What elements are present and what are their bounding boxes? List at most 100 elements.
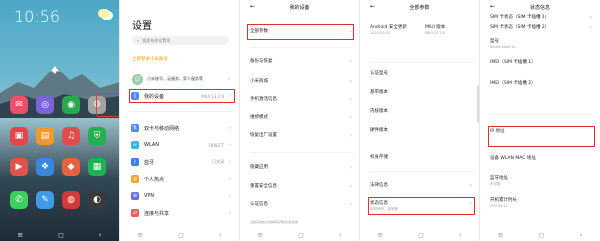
nav-bar: ≡ ◻ ‹ [240, 230, 359, 239]
app-icon[interactable]: ▦ [88, 158, 106, 176]
chevron-right-icon: › [349, 78, 352, 85]
back-icon[interactable]: ‹ [580, 231, 583, 239]
settings-item-label: 蓝牙 [144, 159, 155, 166]
divider [490, 114, 594, 115]
item-label: 机身存储 [370, 155, 388, 160]
settings-screen: 设置 ⌕ 搜索系统设置项 立即登录小米账号 ☺ 小米账号、云服务、家人服务等 ›… [120, 0, 240, 241]
scrollbar[interactable] [477, 85, 479, 123]
app-icon[interactable]: ▤ [36, 127, 54, 145]
divider [370, 62, 474, 63]
privacy-note[interactable]: 设备基础信息的解释说明和隐私政策 [250, 220, 354, 224]
account-description: 小米账号、云服务、家人服务等 [147, 76, 203, 81]
item-label: 内核版本 [370, 109, 388, 114]
item-label: 基带版本 [370, 90, 388, 95]
app-icon[interactable]: ♫ [62, 127, 80, 145]
sim2-status-row[interactable]: SIM 卡状态（SIM 卡插槽 2） › [490, 24, 594, 31]
settings-item-wlan[interactable]: ≈ WLAN DIRECT › [131, 139, 233, 151]
back-icon[interactable]: ‹ [339, 231, 342, 239]
hidden-apps-row[interactable]: 隐藏应用 › [250, 164, 354, 171]
menu-icon[interactable]: ≡ [137, 231, 143, 239]
item-label: SIM 卡状态（SIM 卡插槽 2） [490, 25, 550, 30]
home-icon[interactable]: ◻ [58, 231, 64, 239]
menu-icon[interactable]: ≡ [377, 231, 383, 239]
my-device-screen: ← 我的设备 全部参数 › 备份与恢复 › 小米商城 › 手机激活信息 › 维修模式 ›… [240, 0, 360, 241]
settings-item-label: 双卡与移动网络 [144, 125, 180, 132]
status-info-highlight-box [368, 197, 475, 215]
account-row[interactable]: ☺ 小米账号、云服务、家人服务等 › [132, 73, 232, 85]
sim1-status-row[interactable]: SIM 卡状态（SIM 卡插槽 1） › [490, 14, 594, 21]
tutorial-strip: 10:56 ✉ ◎ ◉ ⚙ ▣ ▤ ♫ ⛨ ▶ ❖ ◆ ▦ ✆ ✎ ◍ ◐ ≡ … [0, 0, 600, 241]
chevron-right-icon: › [228, 192, 231, 200]
chevron-right-icon: › [469, 182, 472, 189]
page-title: 状态信息 [529, 5, 550, 11]
all-params-screen: ← 全部参数 Android 安全更新 2023-03-01 MIUI 版本 M… [360, 0, 480, 241]
item-label: 开机累计时长 [490, 198, 517, 203]
avatar: ☺ [132, 73, 143, 85]
settings-item-bluetooth[interactable]: ᛒ 蓝牙 已关闭 › [131, 156, 233, 168]
app-icon[interactable]: ❖ [36, 158, 54, 176]
activation-row[interactable]: 手机激活信息 › [250, 96, 354, 103]
login-link[interactable]: 立即登录小米账号 [132, 56, 168, 62]
kernel-row: 内核版本 [370, 108, 474, 114]
camera-app-icon[interactable]: ◐ [88, 191, 106, 209]
item-label: 手机激活信息 [250, 97, 277, 102]
home-icon[interactable]: ◻ [298, 231, 304, 239]
search-icon: ⌕ [137, 38, 140, 43]
sim-icon: ⇅ [131, 124, 139, 132]
chevron-right-icon: › [589, 14, 592, 21]
app-icon[interactable]: ◉ [62, 96, 80, 114]
factory-reset-row[interactable]: 恢复出厂设置 › [250, 132, 354, 139]
nav-bar: ≡ ◻ ‹ [360, 230, 479, 239]
item-label: 重置安全信息 [250, 184, 277, 189]
backup-row[interactable]: 备份与恢复 › [250, 58, 354, 65]
all-params-highlight-box [247, 24, 354, 40]
weather-widget[interactable] [98, 9, 110, 19]
item-value: 不可用 [490, 182, 501, 186]
chevron-right-icon: › [349, 201, 352, 208]
search-placeholder: 搜索系统设置项 [142, 37, 171, 43]
phone-app-icon[interactable]: ✆ [10, 191, 28, 209]
miui-version-value: MIUI 13.2.9 [425, 31, 445, 35]
app-icon[interactable]: ▣ [10, 127, 28, 145]
weather-icon [98, 9, 110, 18]
vpn-icon: ⊕ [131, 192, 139, 200]
item-label: 法律信息 [370, 183, 388, 188]
certification-row[interactable]: 认证信息 › [250, 201, 354, 208]
ip-address-highlight-box [488, 126, 595, 147]
legal-row[interactable]: 法律信息 › [370, 182, 474, 189]
item-label: 恢复出厂设置 [250, 133, 277, 138]
back-icon[interactable]: ‹ [219, 231, 222, 239]
app-icon[interactable]: ✉ [10, 96, 28, 114]
browser-app-icon[interactable]: ◍ [62, 191, 80, 209]
app-icon[interactable]: ◎ [36, 96, 54, 114]
home-icon[interactable]: ◻ [418, 231, 424, 239]
menu-icon[interactable]: ≡ [257, 231, 263, 239]
app-icon[interactable]: ◆ [62, 158, 80, 176]
home-clock: 10:56 [14, 7, 61, 26]
home-icon[interactable]: ◻ [539, 231, 545, 239]
settings-item-sim[interactable]: ⇅ 双卡与移动网络 › [131, 122, 233, 134]
back-icon[interactable]: ‹ [459, 231, 462, 239]
page-title: 我的设备 [289, 5, 310, 11]
mi-store-row[interactable]: 小米商城 › [250, 78, 354, 85]
settings-item-value: 已关闭 [212, 159, 224, 164]
back-icon[interactable]: ‹ [99, 231, 102, 239]
chevron-right-icon: › [349, 132, 352, 139]
app-icon[interactable]: ⛨ [88, 127, 106, 145]
search-input[interactable]: ⌕ 搜索系统设置项 [132, 36, 229, 45]
page-title: 全部参数 [409, 5, 430, 11]
item-label: SIM 卡状态（SIM 卡插槽 1） [490, 15, 550, 20]
item-label: 认证信息 [250, 202, 268, 207]
settings-item-vpn[interactable]: ⊕ VPN › [131, 190, 233, 202]
repair-mode-row[interactable]: 维修模式 › [250, 114, 354, 121]
home-icon[interactable]: ◻ [178, 231, 184, 239]
reset-security-row[interactable]: 重置安全信息 › [250, 183, 354, 190]
menu-icon[interactable]: ≡ [498, 231, 504, 239]
settings-item-hotspot[interactable]: ◎ 个人热点 › [131, 173, 233, 185]
chevron-right-icon: › [349, 58, 352, 65]
menu-icon[interactable]: ≡ [17, 231, 23, 239]
messages-app-icon[interactable]: ✎ [36, 191, 54, 209]
hotspot-icon: ◎ [131, 175, 139, 183]
settings-item-sharing[interactable]: ⇄ 连接与共享 › [131, 207, 233, 219]
app-icon[interactable]: ▶ [10, 158, 28, 176]
